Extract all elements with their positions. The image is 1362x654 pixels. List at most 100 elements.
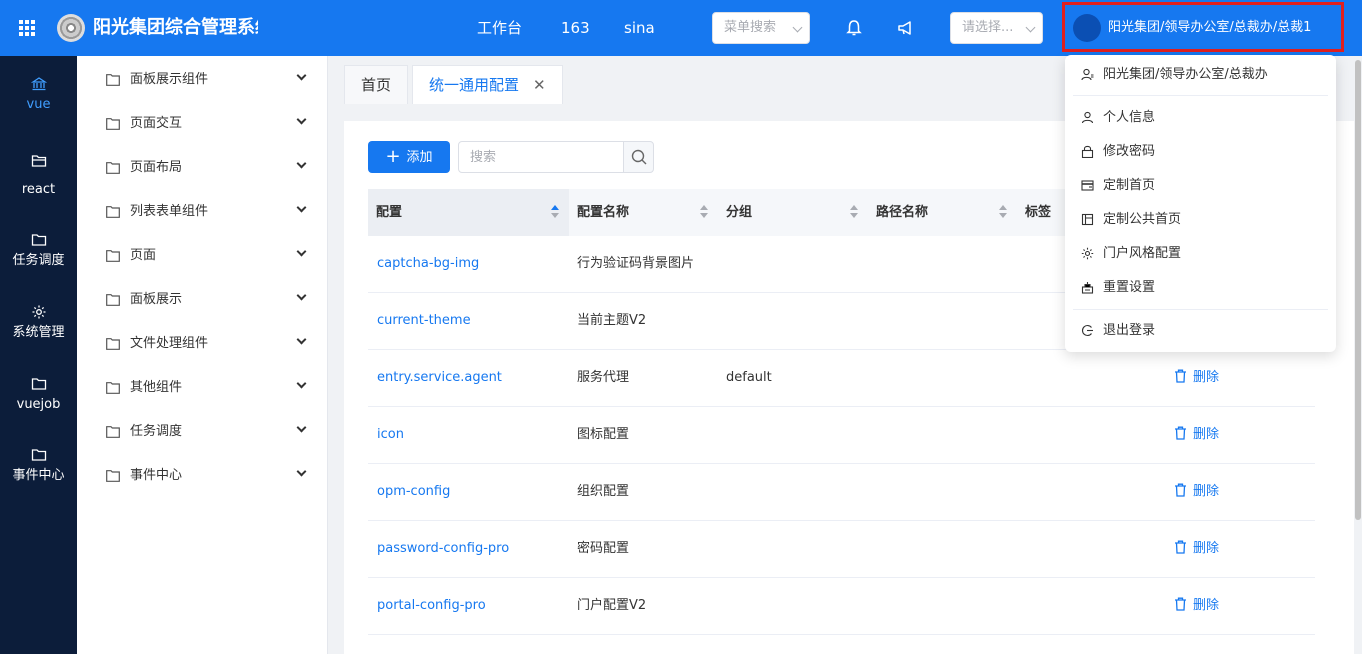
chevron-down-icon bbox=[296, 334, 307, 345]
dropdown-item-profile[interactable]: 个人信息 bbox=[1065, 102, 1336, 134]
sort-icon[interactable] bbox=[850, 205, 858, 219]
rail-item-system-management[interactable]: 系统管理 bbox=[0, 304, 77, 342]
tree-item-label: 面板展示 bbox=[130, 292, 183, 307]
tree-item-label: 面板展示组件 bbox=[130, 72, 209, 87]
rail-item-event-center[interactable]: 事件中心 bbox=[0, 447, 77, 485]
org-select[interactable]: 请选择... bbox=[950, 12, 1043, 44]
tree-item[interactable]: 列表表单组件 bbox=[77, 190, 328, 234]
delete-label: 删除 bbox=[1193, 427, 1220, 442]
config-key-link[interactable]: password-config-pro bbox=[377, 521, 509, 577]
folder-icon bbox=[106, 426, 120, 438]
delete-button[interactable]: 删除 bbox=[1174, 464, 1219, 520]
folder-icon bbox=[31, 234, 46, 246]
dropdown-item-custom-public-home[interactable]: 定制公共首页 bbox=[1065, 204, 1336, 236]
table-row: password-config-pro 密码配置 删除 bbox=[368, 521, 1315, 578]
config-key-link[interactable]: portal-config-pro bbox=[377, 578, 486, 634]
add-button[interactable]: + 添加 bbox=[368, 141, 450, 173]
search-input[interactable] bbox=[458, 141, 624, 173]
rail-item-label: vuejob bbox=[16, 397, 61, 412]
delete-label: 删除 bbox=[1193, 370, 1220, 385]
dropdown-item-reset-settings[interactable]: 重置设置 bbox=[1065, 272, 1336, 304]
tree-item[interactable]: 文件处理组件 bbox=[77, 322, 328, 366]
nav-sina[interactable]: sina bbox=[624, 18, 655, 38]
delete-label: 删除 bbox=[1193, 541, 1220, 556]
config-key-link[interactable]: entry.service.agent bbox=[377, 350, 502, 406]
dropdown-item-change-password[interactable]: 修改密码 bbox=[1065, 136, 1336, 168]
config-group: default bbox=[726, 370, 772, 385]
tree-item-label: 其他组件 bbox=[130, 380, 183, 395]
dropdown-item-logout[interactable]: 退出登录 bbox=[1065, 315, 1336, 347]
folder-icon bbox=[106, 206, 120, 218]
chevron-down-icon bbox=[296, 378, 307, 389]
tab-home[interactable]: 首页 bbox=[344, 65, 409, 104]
tree-item-label: 页面交互 bbox=[130, 116, 183, 131]
layout-icon bbox=[1081, 213, 1094, 226]
nav-workbench[interactable]: 工作台 bbox=[477, 18, 522, 38]
tree-item-label: 列表表单组件 bbox=[130, 204, 209, 219]
left-rail: vue react 任务调度 系统管理 vuejob 事件中心 bbox=[0, 56, 77, 654]
tree-item[interactable]: 事件中心 bbox=[77, 454, 328, 498]
app-title: 阳光集团综合管理系统 bbox=[93, 17, 258, 38]
folder-icon bbox=[31, 449, 46, 461]
gear-icon bbox=[1081, 247, 1094, 260]
menu-search-select[interactable]: 菜单搜索 bbox=[712, 12, 810, 44]
megaphone-icon[interactable] bbox=[897, 19, 915, 37]
bell-icon[interactable] bbox=[845, 19, 863, 37]
dropdown-current-org[interactable]: 阳光集团/领导办公室/总裁办 bbox=[1065, 59, 1336, 91]
dropdown-item-portal-style[interactable]: 门户风格配置 bbox=[1065, 238, 1336, 270]
tree-item[interactable]: 页面布局 bbox=[77, 146, 328, 190]
chevron-down-icon bbox=[296, 422, 307, 433]
column-header-group[interactable]: 分组 bbox=[718, 189, 868, 236]
config-key-link[interactable]: icon bbox=[377, 407, 404, 463]
rail-item-react[interactable]: react bbox=[0, 153, 77, 199]
column-header-config-name[interactable]: 配置名称 bbox=[569, 189, 718, 236]
column-header-path-name[interactable]: 路径名称 bbox=[868, 189, 1017, 236]
dropdown-item-label: 定制公共首页 bbox=[1103, 212, 1182, 227]
chevron-down-icon bbox=[296, 114, 307, 125]
rail-item-label: 任务调度 bbox=[12, 253, 65, 268]
delete-label: 删除 bbox=[1193, 484, 1220, 499]
tree-item[interactable]: 任务调度 bbox=[77, 410, 328, 454]
table-row: icon 图标配置 删除 bbox=[368, 407, 1315, 464]
rail-item-vue[interactable]: vue bbox=[0, 76, 77, 114]
column-label: 配置名称 bbox=[577, 205, 630, 220]
search-button[interactable] bbox=[623, 141, 654, 173]
chevron-down-icon bbox=[296, 246, 307, 257]
scrollbar-thumb[interactable] bbox=[1355, 60, 1361, 520]
config-key-link[interactable]: captcha-bg-img bbox=[377, 236, 479, 292]
bank-icon bbox=[30, 77, 47, 91]
tree-item[interactable]: 页面交互 bbox=[77, 102, 328, 146]
delete-button[interactable]: 删除 bbox=[1174, 350, 1219, 406]
chevron-down-icon bbox=[296, 466, 307, 477]
column-header-config[interactable]: 配置 bbox=[368, 189, 569, 236]
dropdown-item-custom-home[interactable]: 定制首页 bbox=[1065, 170, 1336, 202]
tree-item-label: 页面 bbox=[130, 248, 157, 263]
rail-item-label: vue bbox=[26, 97, 51, 112]
delete-button[interactable]: 删除 bbox=[1174, 521, 1219, 577]
delete-button[interactable]: 删除 bbox=[1174, 407, 1219, 463]
tab-unified-config[interactable]: 统一通用配置 ✕ bbox=[412, 65, 563, 104]
delete-button[interactable]: 删除 bbox=[1174, 578, 1219, 634]
dropdown-item-label: 门户风格配置 bbox=[1103, 246, 1182, 261]
rail-item-vuejob[interactable]: vuejob bbox=[0, 376, 77, 414]
nav-163[interactable]: 163 bbox=[561, 18, 590, 38]
menu-tree: 面板展示组件 页面交互 页面布局 列表表单组件 页面 面板展示 文件处理组件 其… bbox=[77, 56, 328, 654]
tree-item-label: 页面布局 bbox=[130, 160, 183, 175]
config-key-link[interactable]: opm-config bbox=[377, 464, 450, 520]
sort-icon[interactable] bbox=[700, 205, 708, 219]
divider bbox=[1073, 95, 1328, 96]
tree-item[interactable]: 面板展示 bbox=[77, 278, 328, 322]
trash-icon bbox=[1175, 540, 1186, 554]
close-icon[interactable]: ✕ bbox=[533, 66, 546, 104]
sort-icon[interactable] bbox=[551, 205, 559, 219]
folder-open-icon bbox=[31, 155, 46, 167]
tree-item[interactable]: 其他组件 bbox=[77, 366, 328, 410]
app-grid-icon[interactable] bbox=[19, 20, 35, 36]
rail-item-task-scheduling[interactable]: 任务调度 bbox=[0, 232, 77, 270]
tree-item[interactable]: 页面 bbox=[77, 234, 328, 278]
folder-icon bbox=[106, 74, 120, 86]
tree-item[interactable]: 面板展示组件 bbox=[77, 58, 328, 102]
tab-label: 首页 bbox=[361, 76, 392, 94]
sort-icon[interactable] bbox=[999, 205, 1007, 219]
config-key-link[interactable]: current-theme bbox=[377, 293, 471, 349]
